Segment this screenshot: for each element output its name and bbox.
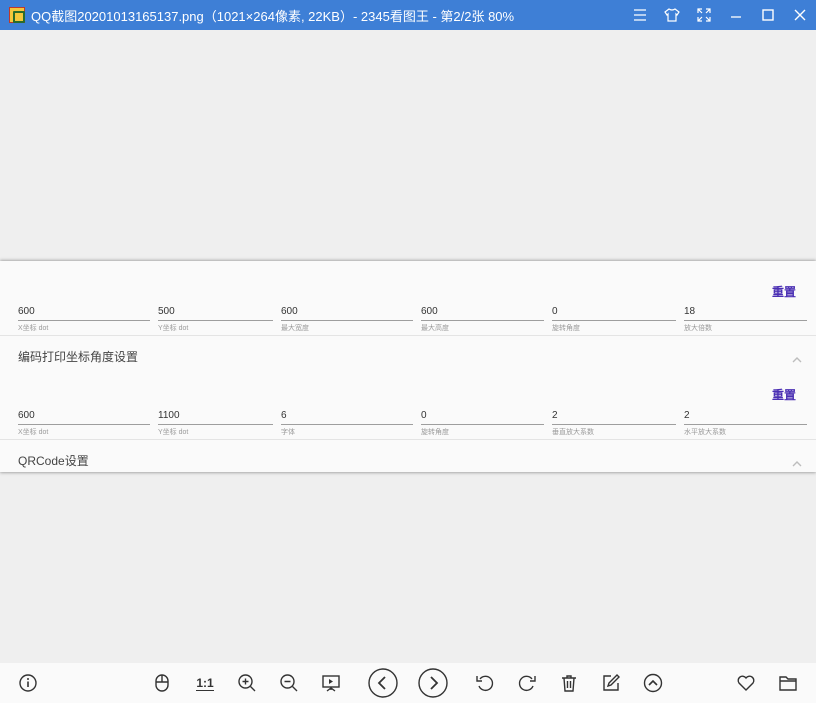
fullscreen-icon[interactable]	[688, 0, 720, 30]
title-bar: QQ截图20201013165137.png（1021×264像素, 22KB）…	[0, 0, 816, 30]
reset-link[interactable]: 重置	[772, 283, 796, 300]
max-height-field[interactable]: 600 最大高度	[421, 306, 544, 332]
folder-icon[interactable]	[776, 671, 800, 695]
zoom-in-icon[interactable]	[235, 671, 259, 695]
rotation-field[interactable]: 0 旋转角度	[421, 410, 544, 436]
chevron-up-icon[interactable]	[792, 350, 802, 368]
y-coordinate-field[interactable]: 1100 Y坐标 dot	[158, 410, 273, 436]
favorite-icon[interactable]	[734, 671, 758, 695]
horizontal-scale-field[interactable]: 2 水平放大系数	[684, 410, 807, 436]
divider	[0, 439, 816, 440]
close-icon[interactable]	[784, 0, 816, 30]
rotate-right-icon[interactable]	[515, 671, 539, 695]
menu-icon[interactable]	[624, 0, 656, 30]
x-coordinate-field[interactable]: 600 X坐标 dot	[18, 306, 150, 332]
font-field[interactable]: 6 字体	[281, 410, 413, 436]
info-icon[interactable]	[16, 671, 40, 695]
previous-icon[interactable]	[368, 668, 398, 698]
actual-size-icon[interactable]: 1:1	[193, 671, 217, 695]
zoom-out-icon[interactable]	[277, 671, 301, 695]
x-coordinate-field[interactable]: 600 X坐标 dot	[18, 410, 150, 436]
rotate-left-icon[interactable]	[473, 671, 497, 695]
minimize-icon[interactable]	[720, 0, 752, 30]
next-icon[interactable]	[418, 668, 448, 698]
chevron-up-icon[interactable]	[792, 454, 802, 472]
slideshow-icon[interactable]	[319, 671, 343, 695]
max-width-field[interactable]: 600 最大宽度	[281, 306, 413, 332]
section-title-barcode[interactable]: 编码打印坐标角度设置	[18, 348, 138, 365]
magnification-field[interactable]: 18 放大倍数	[684, 306, 807, 332]
skin-icon[interactable]	[656, 0, 688, 30]
more-icon[interactable]	[641, 671, 665, 695]
bottom-toolbar: 1:1	[0, 663, 816, 703]
maximize-icon[interactable]	[752, 0, 784, 30]
app-logo-icon	[9, 7, 25, 23]
window-title: QQ截图20201013165137.png（1021×264像素, 22KB）…	[31, 8, 515, 24]
delete-icon[interactable]	[557, 671, 581, 695]
y-coordinate-field[interactable]: 500 Y坐标 dot	[158, 306, 273, 332]
section-title-qrcode[interactable]: QRCode设置	[18, 452, 89, 469]
edit-icon[interactable]	[599, 671, 623, 695]
mouse-icon[interactable]	[150, 671, 174, 695]
divider	[0, 335, 816, 336]
reset-link[interactable]: 重置	[772, 386, 796, 403]
rotation-field[interactable]: 0 旋转角度	[552, 306, 676, 332]
vertical-scale-field[interactable]: 2 垂直放大系数	[552, 410, 676, 436]
image-content: 重置 600 X坐标 dot 500 Y坐标 dot 600 最大宽度 600 …	[0, 261, 816, 472]
